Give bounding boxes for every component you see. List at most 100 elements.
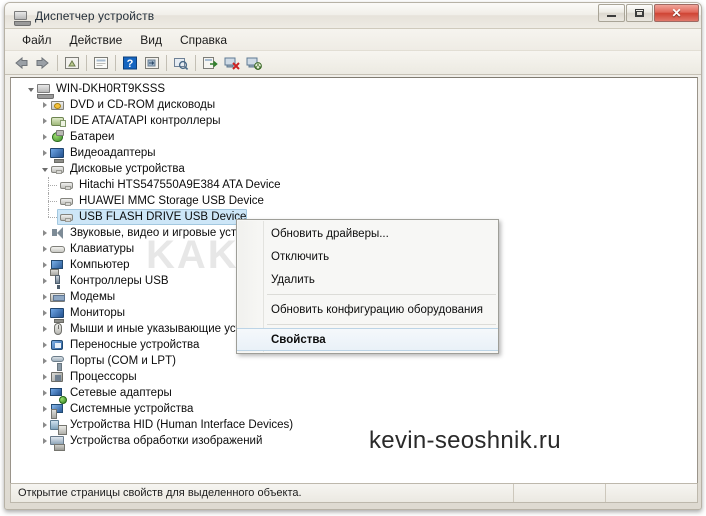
toolbar-separator: [57, 54, 58, 71]
tree-item-system-devices[interactable]: Системные устройства: [11, 401, 697, 419]
twisty-closed-icon[interactable]: [39, 97, 50, 113]
maximize-button[interactable]: [626, 4, 653, 22]
tree-item-huawei[interactable]: HUAWEI MMC Storage USB Device: [11, 193, 697, 209]
properties-page-icon[interactable]: [90, 53, 112, 73]
back-arrow-icon[interactable]: [10, 53, 32, 73]
context-menu-item-update-drivers[interactable]: Обновить драйверы...: [237, 222, 498, 245]
twisty-closed-icon[interactable]: [39, 241, 50, 257]
disk-icon: [59, 209, 75, 225]
context-menu[interactable]: Обновить драйверы... Отключить Удалить О…: [236, 219, 499, 354]
toolbar-separator: [195, 54, 196, 71]
status-text: Открытие страницы свойств для выделенног…: [18, 487, 302, 499]
tree-item-label: Компьютер: [70, 259, 130, 271]
up-folder-icon[interactable]: [61, 53, 83, 73]
tree-item-hitachi[interactable]: Hitachi HTS547550A9E384 ATA Device: [11, 177, 697, 193]
twisty-closed-icon[interactable]: [39, 353, 50, 369]
tree-item-label: Дисковые устройства: [70, 163, 185, 175]
twisty-closed-icon[interactable]: [39, 433, 50, 449]
help-question-icon[interactable]: ?: [119, 53, 141, 73]
twisty-closed-icon[interactable]: [39, 401, 50, 417]
context-menu-separator: [267, 294, 496, 295]
status-bar: Открытие страницы свойств для выделенног…: [10, 483, 698, 503]
menu-action[interactable]: Действие: [61, 31, 132, 49]
context-menu-item-disable[interactable]: Отключить: [237, 245, 498, 268]
tree-item-label: Модемы: [70, 291, 116, 303]
status-pane-1: [513, 484, 605, 502]
toolbar-separator: [86, 54, 87, 71]
status-pane-2: [605, 484, 697, 502]
tree-guide: [48, 209, 49, 217]
tree-item-network-adapters[interactable]: Сетевые адаптеры: [11, 385, 697, 404]
twisty-closed-icon[interactable]: [39, 337, 50, 353]
tree-guide: [48, 217, 57, 218]
context-menu-item-uninstall[interactable]: Удалить: [237, 268, 498, 291]
tree-item-ports[interactable]: Порты (COM и LPT): [11, 353, 697, 371]
tree-item-label: Устройства обработки изображений: [70, 435, 263, 447]
twisty-closed-icon[interactable]: [39, 273, 50, 289]
context-menu-item-properties[interactable]: Свойства: [237, 328, 498, 351]
toolbar: ?: [5, 51, 701, 75]
tree-item-display-adapters[interactable]: Видеоадаптеры: [11, 145, 697, 163]
imaging-device-icon: [50, 433, 66, 451]
tree-item-label: Контроллеры USB: [70, 275, 169, 287]
tree-item-label: Батареи: [70, 131, 115, 143]
processor-icon: [50, 369, 66, 385]
keyboard-icon: [50, 241, 66, 257]
twisty-open-icon[interactable]: [25, 81, 36, 97]
tree-root-row[interactable]: WIN-DKH0RT9KSSS: [11, 81, 697, 99]
twisty-closed-icon[interactable]: [39, 129, 50, 145]
minimize-icon: [607, 14, 616, 17]
update-driver-icon[interactable]: [199, 53, 221, 73]
device-tree-panel[interactable]: WIN-DKH0RT9KSSS DVD и CD-ROM дисководы I…: [10, 77, 698, 487]
uninstall-device-icon[interactable]: [221, 53, 243, 73]
twisty-closed-icon[interactable]: [39, 369, 50, 385]
port-icon: [50, 353, 66, 371]
menu-help[interactable]: Справка: [171, 31, 236, 49]
twisty-closed-icon[interactable]: [39, 289, 50, 305]
show-hidden-icon[interactable]: [141, 53, 163, 73]
close-button[interactable]: ✕: [654, 4, 699, 22]
tree-item-label: Порты (COM и LPT): [70, 355, 176, 367]
computer-node-icon: [50, 257, 66, 276]
portable-device-icon: [50, 337, 66, 353]
menu-file[interactable]: Файл: [13, 31, 61, 49]
tree-item-label: Процессоры: [70, 371, 137, 383]
tree-item-label: WIN-DKH0RT9KSSS: [56, 83, 166, 95]
tree-item-disk-drives[interactable]: Дисковые устройства: [11, 161, 697, 177]
menu-bar: Файл Действие Вид Справка: [5, 29, 701, 51]
context-menu-separator: [267, 324, 496, 325]
twisty-closed-icon[interactable]: [39, 225, 50, 241]
tree-item-label: Мониторы: [70, 307, 126, 319]
forward-arrow-icon[interactable]: [32, 53, 54, 73]
close-icon: ✕: [671, 6, 682, 20]
tree-item-label: Переносные устройства: [70, 339, 200, 351]
network-adapter-icon: [50, 385, 67, 404]
twisty-closed-icon[interactable]: [39, 305, 50, 321]
device-manager-window: Диспетчер устройств ✕ Файл Действие Вид …: [4, 2, 702, 510]
modem-icon: [50, 289, 66, 305]
computer-icon: [36, 81, 54, 99]
twisty-open-icon[interactable]: [39, 161, 50, 177]
system-device-icon: [50, 401, 66, 419]
tree-item-label: USB FLASH DRIVE USB Device: [79, 211, 247, 223]
tree-item-imaging-devices[interactable]: Устройства обработки изображений: [11, 433, 697, 451]
twisty-closed-icon[interactable]: [39, 321, 50, 337]
menu-view[interactable]: Вид: [131, 31, 171, 49]
context-menu-item-scan-hardware[interactable]: Обновить конфигурацию оборудования: [237, 298, 498, 321]
twisty-closed-icon[interactable]: [39, 385, 50, 401]
tree-item-processors[interactable]: Процессоры: [11, 369, 697, 385]
tree-item-batteries[interactable]: Батареи: [11, 129, 697, 145]
minimize-button[interactable]: [598, 4, 625, 22]
tree-item-ide[interactable]: IDE ATA/ATAPI контроллеры: [11, 113, 697, 129]
twisty-closed-icon[interactable]: [39, 257, 50, 273]
twisty-closed-icon[interactable]: [39, 417, 50, 433]
disable-device-icon[interactable]: [243, 53, 265, 73]
tree-guide: [48, 201, 57, 202]
tree-item-dvd[interactable]: DVD и CD-ROM дисководы: [11, 97, 697, 113]
twisty-closed-icon[interactable]: [39, 113, 50, 129]
tree-item-hid-devices[interactable]: Устройства HID (Human Interface Devices): [11, 417, 697, 435]
dvd-drive-icon: [50, 97, 66, 113]
hid-device-icon: [50, 417, 67, 435]
scan-hardware-icon[interactable]: [170, 53, 192, 73]
twisty-closed-icon[interactable]: [39, 145, 50, 161]
